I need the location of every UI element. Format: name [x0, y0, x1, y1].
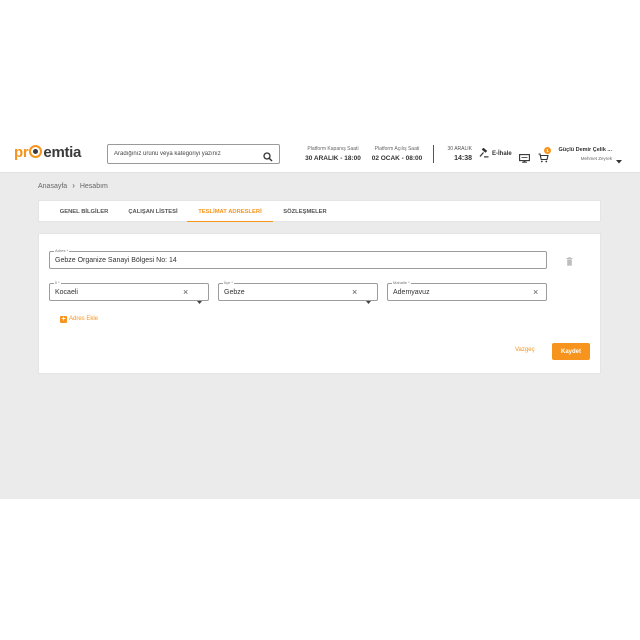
- platform-closing-label: Platform Kapanış Saati: [307, 146, 359, 152]
- platform-closing-info: Platform Kapanış Saati 30 ARALIK - 18:00: [303, 146, 363, 162]
- clear-icon[interactable]: ×: [352, 288, 357, 297]
- account-tabs: GENEL BİLGİLER ÇALIŞAN LİSTESİ TESLİMAT …: [38, 200, 601, 222]
- tab-general-info[interactable]: GENEL BİLGİLER: [53, 201, 115, 222]
- logo[interactable]: pr emtia: [14, 144, 81, 161]
- neighborhood-label: Mahalle *: [392, 280, 411, 286]
- chevron-down-icon[interactable]: [197, 291, 202, 309]
- address-field[interactable]: Adres * Gebze Organize Sanayi Bölgesi No…: [49, 248, 547, 269]
- neighborhood-value: Ademyavuz: [393, 289, 430, 296]
- cancel-button[interactable]: Vazgeç: [515, 347, 535, 353]
- breadcrumb-current: Hesabım: [79, 183, 108, 190]
- eihale-link[interactable]: E-İhale: [479, 147, 512, 158]
- district-value: Gebze: [224, 289, 245, 296]
- tab-contracts[interactable]: SÖZLEŞMELER: [279, 201, 331, 222]
- search-icon[interactable]: [263, 149, 273, 167]
- logo-text-part1: pr: [14, 144, 29, 161]
- cart-count-badge: 1: [544, 147, 551, 154]
- add-address-button[interactable]: + Adres Ekle: [60, 316, 98, 323]
- address-form-card: Adres * Gebze Organize Sanayi Bölgesi No…: [38, 233, 601, 374]
- breadcrumb: Anasayfa › Hesabım: [38, 181, 108, 190]
- search-input[interactable]: [114, 148, 259, 160]
- chevron-right-icon: ›: [72, 181, 75, 190]
- logo-text-part2: emtia: [43, 144, 82, 161]
- tab-delivery-addresses[interactable]: TESLİMAT ADRESLERİ: [187, 201, 273, 222]
- platform-opening-value: 02 OCAK - 08:00: [371, 155, 423, 162]
- plus-icon: +: [60, 316, 67, 323]
- tab-employee-list[interactable]: ÇALIŞAN LİSTESİ: [123, 201, 183, 222]
- current-date: 30 ARALIK 14:38: [440, 146, 472, 162]
- add-address-label: Adres Ekle: [69, 316, 99, 322]
- address-label: Adres *: [54, 248, 70, 254]
- address-value: Gebze Organize Sanayi Bölgesi No: 14: [55, 257, 177, 264]
- clear-icon[interactable]: ×: [533, 288, 538, 297]
- chevron-down-icon[interactable]: [366, 291, 371, 309]
- platform-opening-label: Platform Açılış Saati: [374, 146, 420, 152]
- search-box: [107, 144, 280, 164]
- current-date-label: 30 ARALIK: [447, 146, 472, 152]
- chevron-down-icon[interactable]: [616, 151, 622, 169]
- cart-button[interactable]: 1: [538, 147, 551, 168]
- company-name: Güçlü Demir Çelik ...: [558, 147, 613, 153]
- city-value: Kocaeli: [55, 289, 78, 296]
- clear-icon[interactable]: ×: [183, 288, 188, 297]
- monitor-icon[interactable]: [519, 150, 530, 168]
- district-select[interactable]: İlçe * Gebze ×: [218, 280, 378, 304]
- current-time: 14:38: [454, 155, 472, 162]
- gavel-icon: [479, 147, 489, 158]
- district-label: İlçe *: [223, 280, 234, 286]
- city-select[interactable]: İl * Kocaeli ×: [49, 280, 209, 304]
- account-menu[interactable]: Güçlü Demir Çelik ... Mehmet Zeyrek: [557, 147, 613, 161]
- header-divider: [433, 145, 434, 163]
- eihale-label: E-İhale: [492, 151, 512, 157]
- trash-icon[interactable]: [566, 253, 573, 271]
- top-header: premtia Platform Kapanış Saati 30 ARALIK…: [0, 135, 640, 173]
- logo-target-icon: [29, 145, 43, 158]
- city-label: İl *: [54, 280, 61, 286]
- platform-closing-value: 30 ARALIK - 18:00: [305, 155, 361, 162]
- app-area: premtia Platform Kapanış Saati 30 ARALIK…: [0, 135, 640, 499]
- breadcrumb-home[interactable]: Anasayfa: [38, 183, 67, 190]
- cart-icon: [538, 153, 549, 163]
- platform-opening-info: Platform Açılış Saati 02 OCAK - 08:00: [368, 146, 426, 162]
- neighborhood-select[interactable]: Mahalle * Ademyavuz ×: [387, 280, 547, 301]
- save-button[interactable]: Kaydet: [552, 343, 590, 360]
- user-name: Mehmet Zeyrek: [580, 156, 612, 161]
